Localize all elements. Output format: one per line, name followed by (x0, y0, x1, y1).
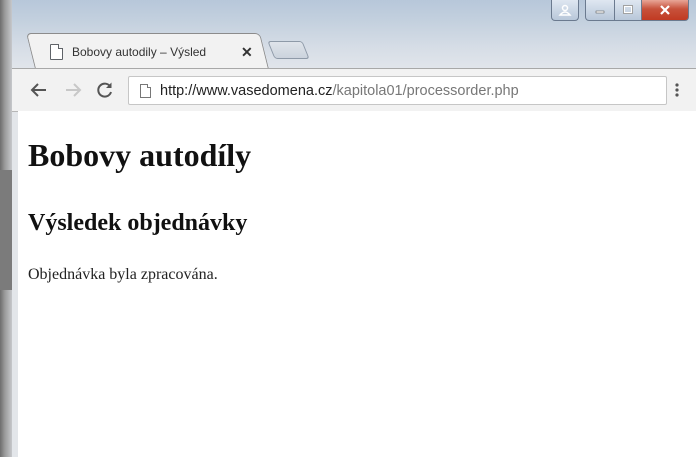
address-bar[interactable]: http://www.vasedomena.cz/kapitola01/proc… (128, 76, 667, 105)
desktop-edge (0, 0, 12, 457)
page-heading: Bobovy autodíly (28, 137, 252, 173)
page-favicon-icon (50, 44, 63, 60)
tab-title: Bobovy autodily – Výsled (72, 45, 207, 59)
maximize-button[interactable] (615, 0, 642, 21)
tab-close-icon[interactable]: ✕ (241, 44, 253, 61)
new-tab-button[interactable] (267, 41, 310, 59)
back-button[interactable] (26, 69, 52, 111)
browser-menu-button[interactable] (670, 69, 684, 111)
url-text[interactable]: http://www.vasedomena.cz/kapitola01/proc… (160, 83, 519, 99)
window-controls (551, 0, 689, 22)
user-profile-button[interactable] (551, 0, 579, 21)
maximize-icon (623, 5, 633, 14)
minimize-icon (595, 10, 605, 14)
vertical-dots-icon (675, 83, 679, 97)
tab-content[interactable]: Bobovy autodily – Výsled ✕ (45, 37, 265, 67)
forward-button[interactable] (60, 69, 86, 111)
person-icon (558, 4, 572, 16)
close-icon (660, 5, 670, 15)
page-subheading: Výsledek objednávky (28, 210, 248, 236)
minimize-button[interactable] (585, 0, 615, 21)
order-status-message: Objednávka byla zpracována. (28, 266, 218, 283)
browser-window: Bobovy autodily – Výsled ✕ http://www.va… (0, 0, 696, 457)
back-arrow-icon (30, 83, 46, 97)
url-domain: http://www.vasedomena.cz (160, 82, 333, 99)
close-window-button[interactable] (642, 0, 689, 21)
reload-icon (97, 82, 112, 98)
url-path: /kapitola01/processorder.php (332, 82, 519, 99)
browser-toolbar: http://www.vasedomena.cz/kapitola01/proc… (12, 68, 696, 112)
page-info-icon[interactable] (140, 83, 151, 98)
page-content: Bobovy autodíly Výsledek objednávky Obje… (18, 111, 696, 457)
forward-arrow-icon (66, 83, 82, 97)
reload-button[interactable] (92, 69, 118, 111)
